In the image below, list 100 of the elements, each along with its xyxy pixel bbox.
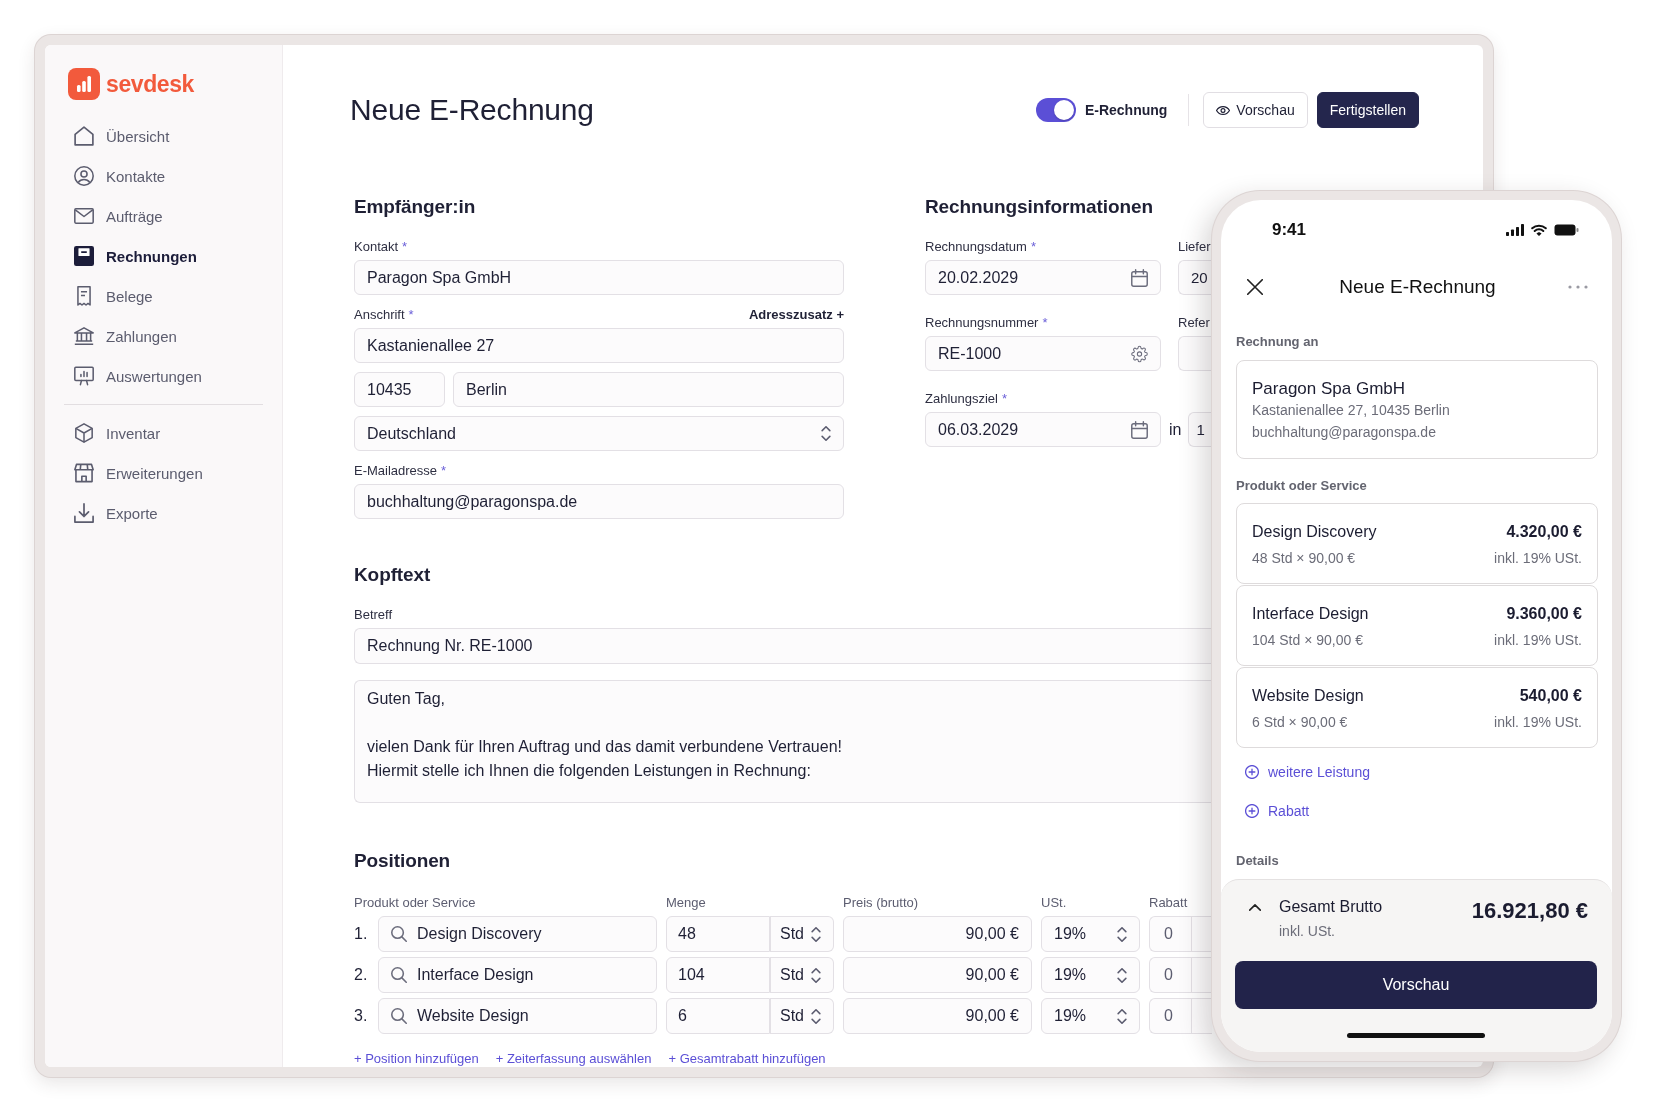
tax-note: inkl. 19% USt. bbox=[1494, 713, 1582, 731]
city-field[interactable]: Berlin bbox=[453, 372, 844, 407]
service-card[interactable]: Interface Design 9.360,00 € 104 Std × 90,00 € inkl. 19% USt. bbox=[1236, 585, 1598, 666]
field-label: E-Mailadresse bbox=[354, 462, 438, 478]
bar-chart-logo-icon bbox=[68, 68, 100, 100]
house-icon bbox=[74, 126, 94, 146]
item-amount: 4.320,00 € bbox=[1506, 522, 1582, 542]
product-field[interactable]: Website Design bbox=[378, 998, 657, 1034]
unit-select[interactable]: Std bbox=[770, 916, 834, 952]
date-field[interactable]: 06.03.2029 bbox=[925, 412, 1161, 447]
nav-item[interactable]: Rechnungen bbox=[64, 236, 263, 276]
input-field[interactable]: 20 bbox=[1178, 260, 1212, 295]
add-link[interactable]: weitere Leistung bbox=[1245, 762, 1370, 782]
plus-circle-icon bbox=[1245, 765, 1259, 779]
required-mark: * bbox=[402, 238, 408, 254]
row-number: 3. bbox=[354, 1007, 369, 1025]
column-header: USt. bbox=[1041, 894, 1068, 910]
toggle-switch[interactable] bbox=[1035, 98, 1076, 122]
price-field[interactable]: 90,00 € bbox=[843, 998, 1032, 1034]
chevron-up-icon[interactable] bbox=[1249, 903, 1261, 911]
tax-note: inkl. 19% USt. bbox=[1494, 631, 1582, 649]
more-icon[interactable] bbox=[1568, 285, 1588, 289]
add-link[interactable]: + Gesamtrabatt hinzufügen bbox=[668, 1050, 826, 1066]
product-field[interactable]: Interface Design bbox=[378, 957, 657, 993]
product-field[interactable]: Design Discovery bbox=[378, 916, 657, 952]
add-link[interactable]: + Position hinzufügen bbox=[354, 1050, 479, 1066]
quantity-field[interactable]: 48 bbox=[666, 916, 770, 952]
column-header: Menge bbox=[666, 894, 707, 910]
price-field[interactable]: 90,00 € bbox=[843, 957, 1032, 993]
preview-button[interactable]: Vorschau bbox=[1235, 961, 1597, 1009]
settings-icon bbox=[1131, 344, 1148, 363]
search-icon bbox=[391, 967, 407, 983]
street-field[interactable]: Kastanienallee 27 bbox=[354, 328, 844, 363]
discount-field[interactable]: 0 bbox=[1149, 998, 1212, 1034]
section-label: Produkt oder Service bbox=[1236, 478, 1367, 494]
add-link[interactable]: + Zeiterfassung auswählen bbox=[495, 1050, 652, 1066]
field-label: Liefer bbox=[1178, 238, 1211, 254]
service-card[interactable]: Website Design 540,00 € 6 Std × 90,00 € inkl. 19% USt. bbox=[1236, 667, 1598, 748]
service-card[interactable]: Design Discovery 4.320,00 € 48 Std × 90,00 € inkl. 19% USt. bbox=[1236, 503, 1598, 584]
unit-select[interactable]: Std bbox=[770, 998, 834, 1034]
field-label: Kontakt bbox=[354, 238, 399, 254]
nav-item[interactable]: Aufträge bbox=[64, 196, 263, 236]
required-mark: * bbox=[1042, 314, 1048, 330]
discount-field[interactable]: 0 bbox=[1149, 957, 1212, 993]
field-prefix: in bbox=[1169, 420, 1182, 439]
recipient-name: Paragon Spa GmbH bbox=[1252, 379, 1406, 399]
field-label: Zahlungsziel bbox=[925, 390, 998, 406]
battery-icon bbox=[1554, 224, 1579, 236]
vat-select[interactable]: 19% bbox=[1041, 957, 1140, 993]
plus-circle-icon bbox=[1245, 804, 1259, 818]
chevron-up-down-icon bbox=[1117, 967, 1127, 983]
email-field[interactable]: buchhaltung@paragonspa.de bbox=[354, 484, 844, 519]
total-note: inkl. USt. bbox=[1279, 922, 1336, 940]
unit-select[interactable]: Std bbox=[770, 957, 834, 993]
message-field[interactable]: Guten Tag, vielen Dank für Ihren Auftrag und das damit verbundene Vertrauen! Hiermit stelle ich Ihnen die folgenden Leistungen in Rechnung: bbox=[354, 680, 1212, 803]
nav-item[interactable]: Zahlungen bbox=[64, 316, 263, 356]
nav-item[interactable]: Kontakte bbox=[64, 156, 263, 196]
calendar-icon bbox=[1131, 420, 1148, 439]
item-detail: 104 Std × 90,00 € bbox=[1252, 631, 1363, 649]
preview-button[interactable]: Vorschau bbox=[1203, 92, 1308, 128]
chevron-up-down-icon bbox=[811, 1008, 821, 1024]
nav-item[interactable]: Exporte bbox=[64, 493, 263, 533]
country-select[interactable]: Deutschland bbox=[354, 416, 844, 451]
logo-wordmark: sevdesk bbox=[106, 70, 194, 98]
item-name: Website Design bbox=[1252, 686, 1364, 706]
contact-field[interactable]: Paragon Spa GmbH bbox=[354, 260, 844, 295]
row-number: 2. bbox=[354, 966, 369, 984]
field-label: Betreff bbox=[354, 606, 393, 622]
input-field[interactable] bbox=[1178, 336, 1212, 371]
subject-field[interactable]: Rechnung Nr. RE-1000 bbox=[354, 628, 1212, 664]
close-icon[interactable] bbox=[1247, 279, 1263, 295]
quantity-field[interactable]: 6 bbox=[666, 998, 770, 1034]
price-field[interactable]: 90,00 € bbox=[843, 916, 1032, 952]
nav-item[interactable]: Belege bbox=[64, 276, 263, 316]
recipient-card[interactable]: Paragon Spa GmbH Kastanienallee 27, 10435 Berlin buchhaltung@paragonspa.de bbox=[1236, 360, 1598, 459]
required-mark: * bbox=[408, 306, 414, 322]
storefront-icon bbox=[74, 463, 94, 483]
nav-item[interactable]: Inventar bbox=[64, 413, 263, 453]
nav-item[interactable]: Erweiterungen bbox=[64, 453, 263, 493]
nav-item[interactable]: Auswertungen bbox=[64, 356, 263, 396]
nav-item[interactable]: Übersicht bbox=[64, 116, 263, 156]
add-link[interactable]: Rabatt bbox=[1245, 801, 1310, 821]
date-field[interactable]: 20.02.2029 bbox=[925, 260, 1161, 295]
discount-field[interactable]: 0 bbox=[1149, 916, 1212, 952]
postal-code-field[interactable]: 10435 bbox=[354, 372, 445, 407]
section-heading: Kopftext bbox=[354, 563, 432, 587]
vat-select[interactable]: 19% bbox=[1041, 998, 1140, 1034]
address-extra-link[interactable]: Adresszusatz + bbox=[749, 306, 844, 322]
chevron-up-down-icon bbox=[1117, 1008, 1127, 1024]
quantity-field[interactable]: 104 bbox=[666, 957, 770, 993]
section-heading: Positionen bbox=[354, 849, 452, 873]
input-field[interactable]: RE-1000 bbox=[925, 336, 1161, 371]
status-time: 9:41 bbox=[1272, 220, 1307, 240]
item-detail: 6 Std × 90,00 € bbox=[1252, 713, 1348, 731]
finish-button[interactable]: Fertigstellen bbox=[1316, 92, 1419, 128]
chevron-up-down-icon bbox=[811, 967, 821, 983]
days-field[interactable]: 1 bbox=[1188, 412, 1213, 447]
vat-select[interactable]: 19% bbox=[1041, 916, 1140, 952]
chevron-up-down-icon bbox=[1117, 926, 1127, 942]
column-header: Rabatt bbox=[1149, 894, 1189, 910]
